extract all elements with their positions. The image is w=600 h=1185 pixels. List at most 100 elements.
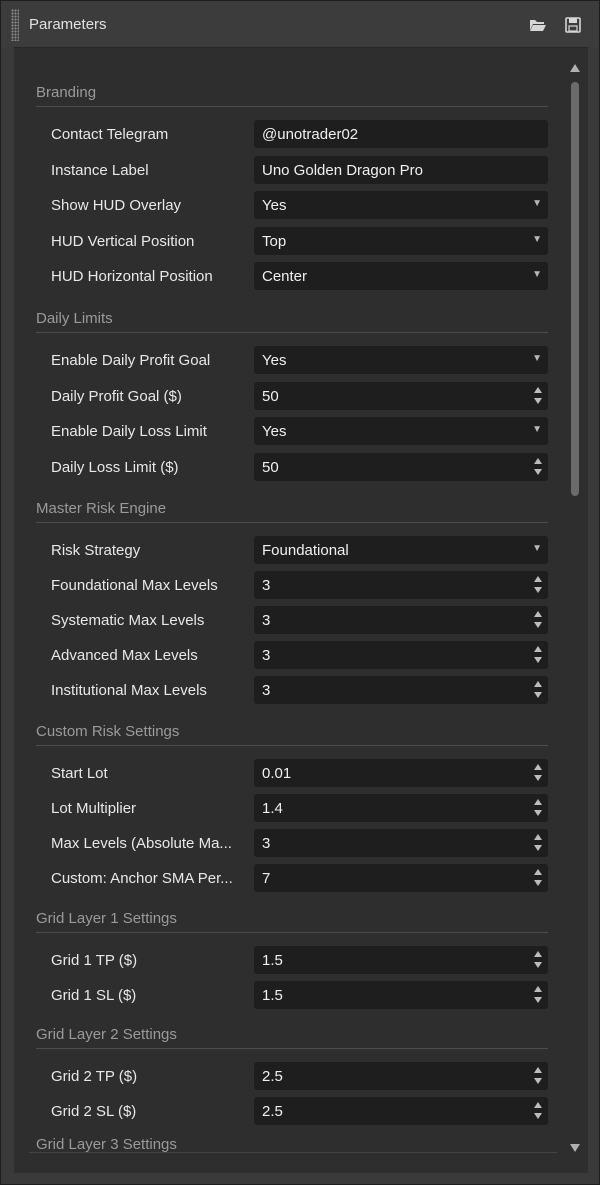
- spinner-arrows-icon[interactable]: [533, 832, 543, 854]
- number-stepper[interactable]: 1.4: [254, 794, 548, 822]
- parameter-value: 1.4: [262, 800, 283, 817]
- parameter-label: Grid 1 SL ($): [51, 987, 137, 1004]
- scroll-down-arrow-icon[interactable]: [570, 1144, 580, 1152]
- dropdown-select[interactable]: Center ▼: [254, 262, 548, 290]
- chevron-down-icon[interactable]: ▼: [532, 424, 542, 435]
- spinner-arrows-icon[interactable]: [533, 762, 543, 784]
- parameter-label: Advanced Max Levels: [51, 647, 198, 664]
- chevron-down-icon[interactable]: ▼: [532, 543, 542, 554]
- spin-up-icon[interactable]: [534, 681, 542, 687]
- spinner-arrows-icon[interactable]: [533, 574, 543, 596]
- spin-down-icon[interactable]: [534, 962, 542, 968]
- save-disk-icon[interactable]: [564, 16, 582, 34]
- parameter-value: Uno Golden Dragon Pro: [262, 161, 423, 179]
- spinner-arrows-icon[interactable]: [533, 984, 543, 1006]
- section-title: Branding: [36, 84, 97, 101]
- spinner-arrows-icon[interactable]: [533, 609, 543, 631]
- spin-up-icon[interactable]: [534, 646, 542, 652]
- dropdown-select[interactable]: Yes ▼: [254, 417, 548, 445]
- spin-up-icon[interactable]: [534, 611, 542, 617]
- chevron-down-icon[interactable]: ▼: [532, 234, 542, 245]
- number-stepper[interactable]: 0.01: [254, 759, 548, 787]
- spin-up-icon[interactable]: [534, 869, 542, 875]
- spinner-arrows-icon[interactable]: [533, 867, 543, 889]
- spinner-arrows-icon[interactable]: [533, 797, 543, 819]
- title-bar[interactable]: Parameters: [1, 1, 599, 47]
- number-stepper[interactable]: 3: [254, 571, 548, 599]
- spin-up-icon[interactable]: [534, 986, 542, 992]
- spinner-arrows-icon[interactable]: [533, 949, 543, 971]
- parameter-label: Show HUD Overlay: [51, 197, 182, 214]
- parameter-value: 50: [262, 458, 279, 476]
- spin-up-icon[interactable]: [534, 457, 542, 464]
- spin-up-icon[interactable]: [534, 834, 542, 840]
- spinner-arrows-icon[interactable]: [533, 644, 543, 666]
- spin-up-icon[interactable]: [534, 1102, 542, 1108]
- parameter-label: Grid 2 TP ($): [51, 1068, 138, 1085]
- parameter-label: Max Levels (Absolute Ma...: [51, 835, 232, 852]
- spin-down-icon[interactable]: [534, 845, 542, 851]
- spinner-arrows-icon[interactable]: [533, 679, 543, 701]
- spin-down-icon[interactable]: [534, 397, 542, 404]
- scroll-thumb[interactable]: [571, 82, 579, 496]
- spin-up-icon[interactable]: [534, 1067, 542, 1073]
- spin-down-icon[interactable]: [534, 587, 542, 593]
- bottom-divider: [29, 1152, 557, 1153]
- number-stepper[interactable]: 2.5: [254, 1062, 548, 1090]
- spinner-arrows-icon[interactable]: [533, 385, 543, 407]
- spinner-arrows-icon[interactable]: [533, 1100, 543, 1122]
- spin-down-icon[interactable]: [534, 880, 542, 886]
- folder-open-icon[interactable]: [529, 16, 547, 34]
- number-stepper[interactable]: 2.5: [254, 1097, 548, 1125]
- chevron-down-icon[interactable]: ▼: [532, 269, 542, 280]
- spin-down-icon[interactable]: [534, 468, 542, 475]
- parameter-value: 7: [262, 870, 271, 887]
- spin-up-icon[interactable]: [534, 576, 542, 582]
- section-title: Master Risk Engine: [36, 500, 167, 517]
- text-input[interactable]: @unotrader02: [254, 120, 548, 148]
- number-stepper[interactable]: 3: [254, 606, 548, 634]
- number-stepper[interactable]: 3: [254, 676, 548, 704]
- parameter-label: Enable Daily Profit Goal: [51, 352, 211, 369]
- dropdown-select[interactable]: Yes ▼: [254, 191, 548, 219]
- spin-up-icon[interactable]: [534, 951, 542, 957]
- chevron-down-icon[interactable]: ▼: [532, 198, 542, 209]
- vertical-scrollbar[interactable]: [562, 48, 588, 1173]
- spin-down-icon[interactable]: [534, 657, 542, 663]
- parameter-value: 2.5: [262, 1068, 283, 1085]
- drag-grip-icon[interactable]: [11, 9, 19, 41]
- parameter-label: Risk Strategy: [51, 542, 141, 559]
- spin-up-icon[interactable]: [534, 799, 542, 805]
- spin-down-icon[interactable]: [534, 692, 542, 698]
- parameter-value: Foundational: [262, 542, 349, 559]
- scroll-up-arrow-icon[interactable]: [570, 64, 580, 72]
- number-stepper[interactable]: 1.5: [254, 981, 548, 1009]
- number-stepper[interactable]: 3: [254, 641, 548, 669]
- spin-down-icon[interactable]: [534, 775, 542, 781]
- spin-up-icon[interactable]: [534, 386, 542, 393]
- number-stepper[interactable]: 3: [254, 829, 548, 857]
- number-stepper[interactable]: 7: [254, 864, 548, 892]
- spin-down-icon[interactable]: [534, 1078, 542, 1084]
- dropdown-select[interactable]: Top ▼: [254, 226, 548, 255]
- section-divider: [36, 106, 548, 107]
- parameter-label: HUD Horizontal Position: [51, 268, 213, 285]
- chevron-down-icon[interactable]: ▼: [532, 353, 542, 364]
- number-stepper[interactable]: 1.5: [254, 946, 548, 974]
- spinner-arrows-icon[interactable]: [533, 456, 543, 478]
- spin-down-icon[interactable]: [534, 810, 542, 816]
- text-input[interactable]: Uno Golden Dragon Pro: [254, 155, 548, 184]
- spin-down-icon[interactable]: [534, 622, 542, 628]
- number-stepper[interactable]: 50: [254, 381, 548, 410]
- parameter-value: Center: [262, 268, 308, 285]
- number-stepper[interactable]: 50: [254, 452, 548, 481]
- spin-down-icon[interactable]: [534, 997, 542, 1003]
- dropdown-select[interactable]: Foundational ▼: [254, 536, 548, 564]
- parameter-label: Instance Label: [51, 161, 149, 179]
- spin-down-icon[interactable]: [534, 1113, 542, 1119]
- spin-up-icon[interactable]: [534, 764, 542, 770]
- parameter-label: Enable Daily Loss Limit: [51, 423, 207, 440]
- dropdown-select[interactable]: Yes ▼: [254, 346, 548, 374]
- spinner-arrows-icon[interactable]: [533, 1065, 543, 1087]
- parameters-list[interactable]: Branding Contact Telegram @unotrader02 Inst…: [14, 48, 560, 1152]
